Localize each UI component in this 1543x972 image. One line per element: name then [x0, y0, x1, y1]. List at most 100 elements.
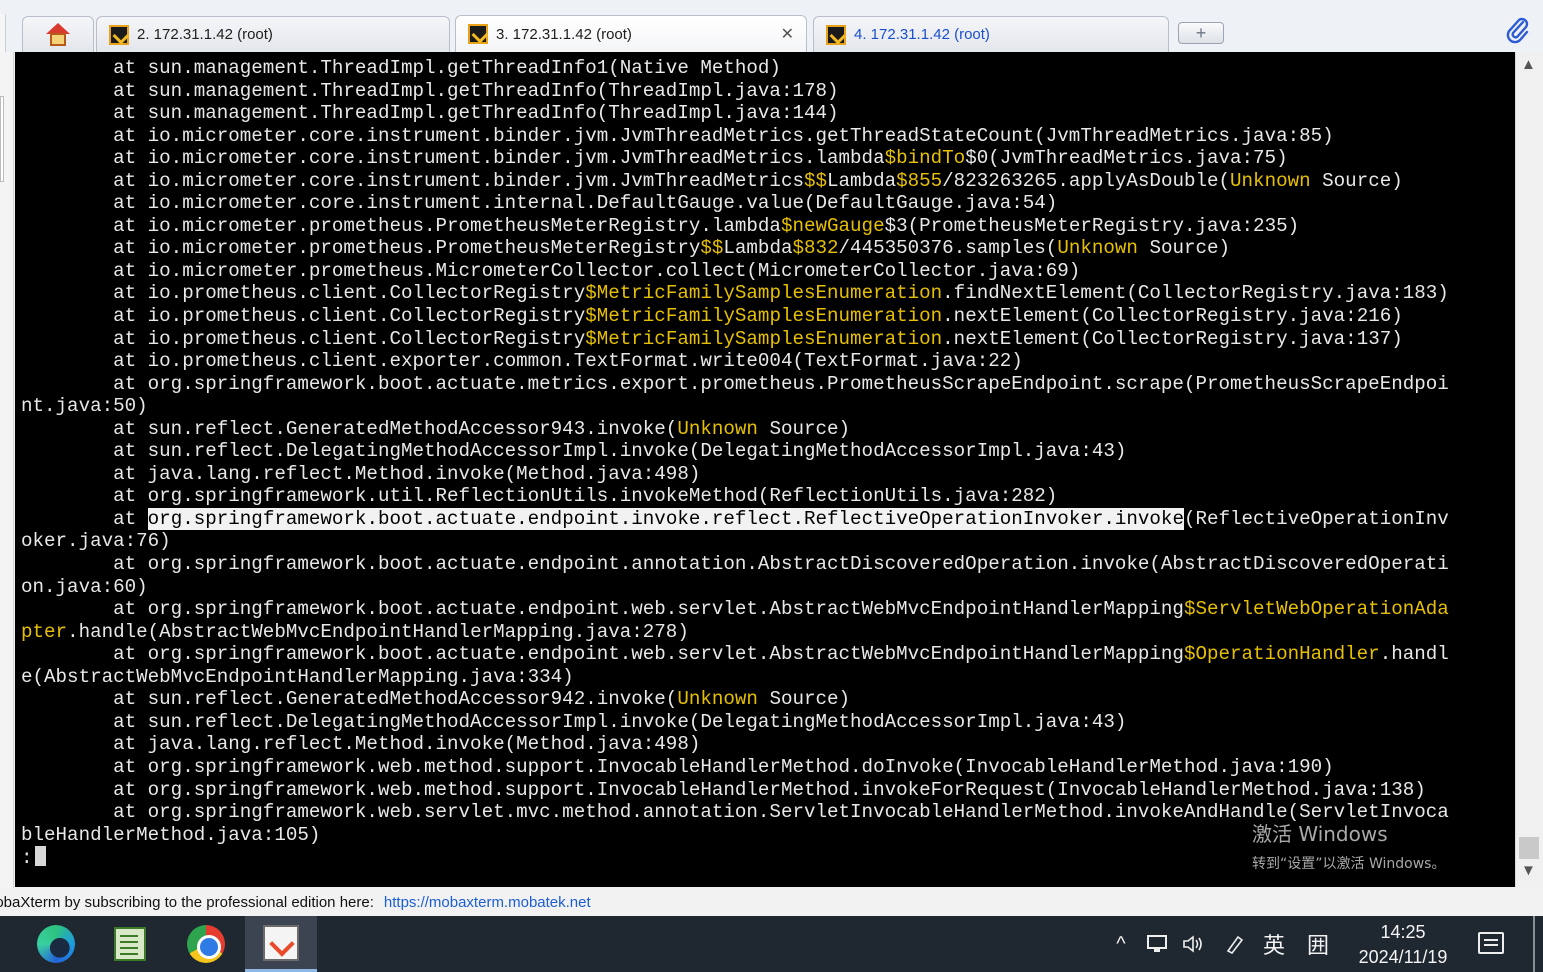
notification-center-icon[interactable]	[1478, 932, 1504, 954]
clock-time: 14:25	[1380, 922, 1426, 942]
terminal-text-segment: nt.java:50)	[21, 395, 148, 418]
terminal-text-segment: at sun.reflect.GeneratedMethodAccessor94…	[21, 417, 678, 440]
notepad-icon	[114, 927, 146, 961]
terminal-text-segment: $MetricFamilySamplesEnumeration	[585, 305, 943, 328]
windows-activation-watermark: 激活 Windows 转到“设置”以激活 Windows。	[1252, 818, 1445, 873]
show-desktop-button[interactable]	[1533, 916, 1535, 972]
terminal-text-segment: $OperationHandler	[1183, 643, 1380, 666]
tray-overflow-chevron-icon[interactable]: ^	[1108, 916, 1134, 972]
terminal-text-segment: Source)	[757, 688, 851, 711]
terminal-text-segment: $$	[803, 169, 828, 192]
input-method-indicator[interactable]: 英	[1258, 916, 1290, 972]
terminal-text-segment: $MetricFamilySamplesEnumeration	[585, 327, 943, 350]
taskbar-edge[interactable]	[20, 916, 92, 972]
terminal-line: at org.springframework.boot.actuate.endp…	[21, 553, 1513, 576]
terminal-text-segment: $ServletWebOperationAda	[1183, 598, 1449, 621]
terminal-text-segment: oker.java:76)	[21, 530, 171, 553]
terminal-text-segment: at io.micrometer.core.instrument.binder.…	[21, 169, 804, 192]
scroll-down-icon[interactable]: ▼	[1521, 862, 1536, 879]
terminal-pane[interactable]: at sun.management.ThreadImpl.getThreadIn…	[15, 52, 1515, 887]
terminal-text-segment: Lambda	[723, 237, 793, 260]
terminal-line: at sun.reflect.GeneratedMethodAccessor94…	[21, 688, 1513, 711]
left-frame	[0, 52, 14, 888]
terminal-line: at org.springframework.boot.actuate.endp…	[21, 598, 1513, 621]
terminal-text-segment: at org.springframework.boot.actuate.metr…	[21, 372, 1449, 395]
terminal-text-segment: Source)	[757, 417, 851, 440]
pen-icon[interactable]	[1220, 916, 1250, 972]
terminal-line: at org.springframework.boot.actuate.endp…	[21, 507, 1513, 531]
selected-text: org.springframework.boot.actuate.endpoin…	[147, 507, 1184, 530]
terminal-line: at sun.reflect.GeneratedMethodAccessor94…	[21, 418, 1513, 441]
terminal-text-segment: e(AbstractWebMvcEndpointHandlerMapping.j…	[21, 665, 574, 688]
terminal-text-segment: $855	[896, 169, 943, 192]
terminal-text-segment: at	[21, 507, 148, 530]
terminal-text-segment: at org.springframework.util.ReflectionUt…	[21, 485, 1058, 508]
tab-label: 2. 172.31.1.42 (root)	[137, 26, 273, 43]
taskbar-clock[interactable]: 14:25 2024/11/19	[1345, 920, 1461, 970]
terminal-line: at io.prometheus.client.CollectorRegistr…	[21, 305, 1513, 328]
new-tab-button[interactable]: +	[1178, 22, 1224, 44]
scroll-up-icon[interactable]: ▲	[1521, 56, 1536, 73]
terminal-line: at java.lang.reflect.Method.invoke(Metho…	[21, 463, 1513, 486]
terminal-text-segment: on.java:60)	[21, 575, 148, 598]
mobatek-link[interactable]: https://mobaxterm.mobatek.net	[384, 894, 591, 911]
clock-date: 2024/11/19	[1358, 947, 1448, 967]
volume-icon[interactable]	[1178, 916, 1208, 972]
terminal-line: at io.prometheus.client.exporter.common.…	[21, 350, 1513, 373]
session-tab-3[interactable]: 3. 172.31.1.42 (root) ✕	[455, 15, 807, 52]
terminal-text-segment: $bindTo	[884, 147, 966, 170]
taskbar-notepad[interactable]	[94, 916, 166, 972]
close-tab-icon[interactable]: ✕	[781, 24, 794, 44]
terminal-text-segment: $0(JvmThreadMetrics.java:75)	[965, 147, 1288, 170]
terminal-text-segment: $$	[700, 237, 724, 260]
terminal-line: at io.micrometer.prometheus.PrometheusMe…	[21, 237, 1513, 260]
scroll-thumb[interactable]	[1519, 837, 1539, 859]
ime-mode-icon[interactable]: 囲	[1302, 916, 1334, 972]
terminal-text-segment: (ReflectiveOperationInv	[1183, 507, 1449, 530]
terminal-text-segment: at org.springframework.boot.actuate.endp…	[21, 598, 1184, 621]
terminal-line: at org.springframework.boot.actuate.endp…	[21, 643, 1513, 666]
status-text: lobaXterm by subscribing to the professi…	[0, 893, 374, 911]
terminal-line: at io.micrometer.prometheus.PrometheusMe…	[21, 215, 1513, 238]
terminal-text-segment: at sun.reflect.DelegatingMethodAccessorI…	[21, 440, 1127, 463]
terminal-text-segment: at org.springframework.web.method.suppor…	[21, 778, 1426, 801]
terminal-text-segment: at java.lang.reflect.Method.invoke(Metho…	[21, 733, 701, 756]
session-tab-4[interactable]: 4. 172.31.1.42 (root)	[813, 16, 1169, 52]
terminal-text-segment: at sun.reflect.DelegatingMethodAccessorI…	[21, 710, 1127, 733]
terminal-text-segment: Unknown	[677, 417, 758, 440]
mobaxterm-icon	[263, 924, 299, 961]
terminal-line: at java.lang.reflect.Method.invoke(Metho…	[21, 733, 1513, 756]
terminal-line: at io.micrometer.prometheus.MicrometerCo…	[21, 260, 1513, 283]
terminal-text-segment: $MetricFamilySamplesEnumeration	[585, 282, 943, 305]
terminal-text-segment: /823263265.applyAsDouble(	[942, 169, 1231, 192]
terminal-line: nt.java:50)	[21, 395, 1513, 418]
activation-title: 激活 Windows	[1252, 822, 1388, 846]
tab-bar-left-edge	[0, 14, 6, 52]
activation-subtitle: 转到“设置”以激活 Windows。	[1252, 856, 1446, 872]
network-icon[interactable]	[1142, 916, 1172, 972]
terminal-scrollbar[interactable]: ▲ ▼	[1515, 52, 1541, 887]
terminal-text-segment: at sun.management.ThreadImpl.getThreadIn…	[21, 57, 781, 79]
sidebar-handle[interactable]	[0, 96, 4, 182]
terminal-text-segment: at org.springframework.web.servlet.mvc.m…	[21, 801, 1449, 824]
terminal-text-segment: at io.prometheus.client.CollectorRegistr…	[21, 282, 586, 305]
terminal-text-segment: at sun.management.ThreadImpl.getThreadIn…	[21, 102, 839, 125]
paperclip-icon[interactable]	[1505, 16, 1531, 44]
terminal-text-segment: bleHandlerMethod.java:105)	[21, 823, 321, 846]
terminal-text-segment: Source)	[1137, 237, 1231, 260]
text-cursor	[34, 846, 46, 867]
edge-icon	[37, 925, 75, 963]
terminal-text-segment: at io.micrometer.prometheus.PrometheusMe…	[21, 214, 781, 237]
terminal-line: at sun.management.ThreadImpl.getThreadIn…	[21, 57, 1513, 80]
terminal-text-segment: at org.springframework.boot.actuate.endp…	[21, 553, 1449, 576]
terminal-line: at org.springframework.util.ReflectionUt…	[21, 485, 1513, 508]
terminal-line: at org.springframework.boot.actuate.metr…	[21, 373, 1513, 396]
home-tab[interactable]	[22, 16, 94, 52]
session-tab-2[interactable]: 2. 172.31.1.42 (root)	[96, 16, 450, 52]
ssh-session-icon	[826, 24, 846, 45]
taskbar-mobaxterm[interactable]	[245, 916, 317, 972]
taskbar-chrome[interactable]	[170, 916, 242, 972]
terminal-text-segment: .handl	[1379, 643, 1449, 666]
terminal-text-segment: Unknown	[1230, 169, 1311, 192]
terminal-text-segment: Unknown	[677, 688, 758, 711]
